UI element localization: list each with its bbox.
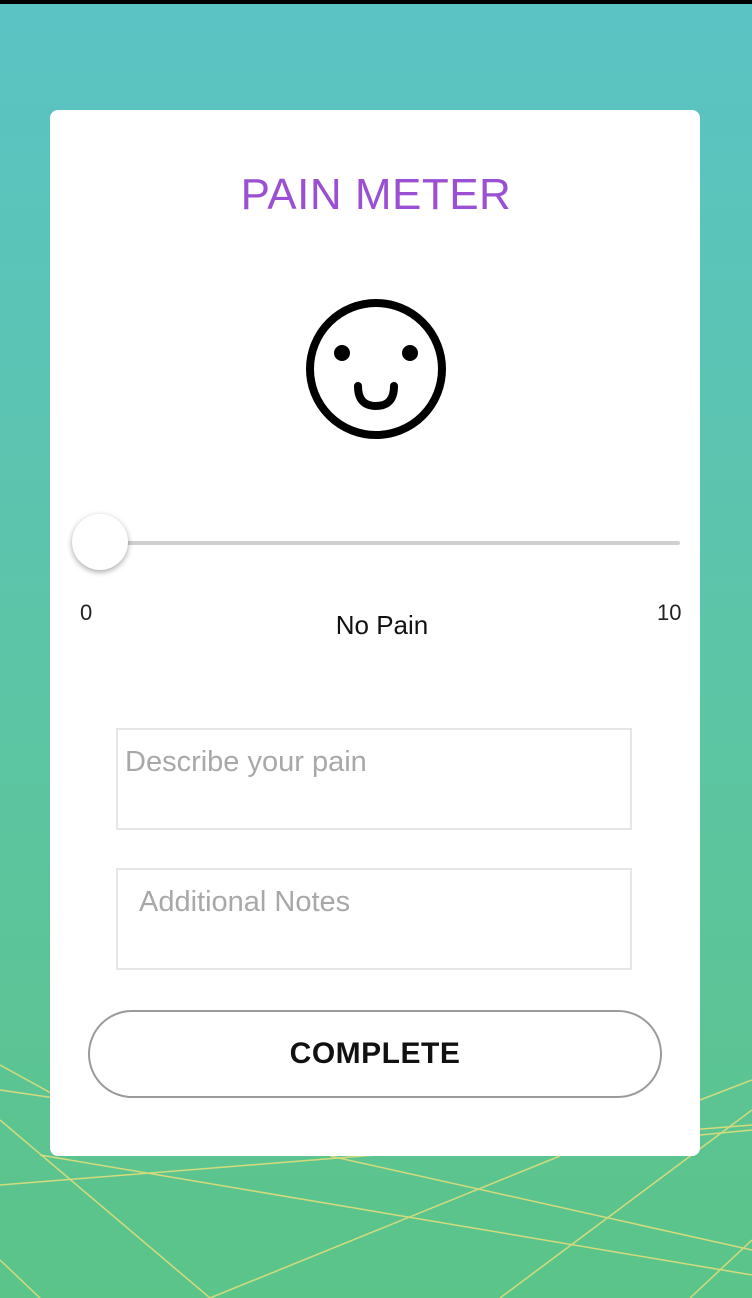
pain-level-label: No Pain — [335, 610, 429, 640]
smiley-face-icon — [306, 299, 446, 439]
complete-button[interactable]: COMPLETE — [88, 1010, 662, 1098]
pain-slider-track[interactable] — [100, 541, 680, 545]
additional-notes-input[interactable] — [116, 868, 632, 970]
pain-slider-thumb[interactable] — [72, 514, 128, 570]
page-title: PAIN METER — [240, 170, 512, 219]
describe-pain-input[interactable] — [116, 728, 632, 830]
